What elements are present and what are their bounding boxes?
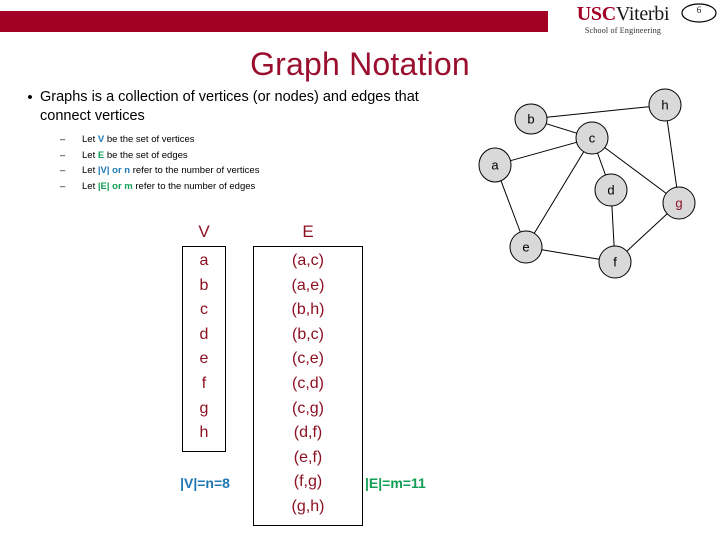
sub-bullet-dash-icon: –	[60, 134, 66, 145]
bullet-block: • Graphs is a collection of vertices (or…	[20, 88, 460, 194]
graph-node-a[interactable]: a	[478, 147, 512, 183]
logo-wordmark: USCViterbi	[558, 4, 688, 25]
sub-bullet-list: – Let V be the set of vertices – Let E b…	[60, 132, 460, 194]
sub-bullet-token: |E| or m	[97, 180, 133, 192]
graph-diagram-svg: a b c d e f g h	[478, 88, 696, 279]
graph-node-label-d: d	[607, 182, 614, 197]
graph-node-f[interactable]: f	[598, 245, 632, 279]
graph-edge-b-c	[546, 123, 577, 134]
vertex-item: b	[199, 276, 209, 294]
graph-edge-b-h	[546, 106, 650, 118]
vertex-list-box: abcdefgh	[182, 246, 226, 452]
column-header-e: E	[302, 222, 314, 241]
sub-bullet-item: – Let |E| or m refer to the number of ed…	[60, 179, 460, 195]
graph-edge-e-f	[541, 249, 600, 260]
vertex-item: c	[200, 301, 208, 319]
logo-viterbi-text: Viterbi	[615, 3, 670, 25]
sub-bullet-prefix: Let	[82, 149, 98, 161]
vertex-item: g	[199, 399, 209, 417]
edge-item: (c,g)	[292, 399, 324, 417]
edge-item: (g,h)	[291, 497, 325, 515]
slide: USCViterbi School of Engineering 6 Graph…	[0, 0, 720, 540]
sub-bullet-dash-icon: –	[60, 180, 66, 192]
graph-diagram: a b c d e f g h	[462, 82, 720, 292]
graph-node-label-g: g	[675, 195, 682, 210]
header-accent-bar	[0, 11, 548, 32]
graph-node-label-f: f	[613, 254, 617, 269]
graph-node-label-c: c	[589, 130, 596, 145]
sub-bullet-item: – Let V be the set of vertices	[60, 132, 460, 148]
sub-bullet-suffix: be the set of edges	[104, 149, 188, 161]
graph-edge-a-c	[510, 141, 577, 162]
graph-node-label-e: e	[522, 239, 529, 254]
edge-item: (e,f)	[293, 448, 323, 466]
edge-item: (c,e)	[292, 350, 324, 368]
graph-edge-g-h	[666, 120, 678, 188]
vertex-item: h	[199, 424, 209, 442]
sub-bullet-item: – Let |V| or n refer to the number of ve…	[60, 163, 460, 179]
graph-node-label-a: a	[491, 157, 499, 172]
graph-edge-f-g	[626, 213, 668, 252]
sub-bullet-text: Let E be the set of edges	[82, 148, 188, 164]
sub-bullet-prefix: Let	[82, 180, 98, 192]
page-number-badge: 6	[681, 3, 717, 23]
main-bullet-text: Graphs is a collection of vertices (or n…	[40, 89, 419, 124]
graph-edge-a-e	[500, 180, 521, 233]
sub-bullet-item: – Let E be the set of edges	[60, 148, 460, 164]
bullet-dot-icon: •	[27, 89, 33, 106]
edge-item: (a,e)	[291, 276, 325, 294]
sub-bullet-dash-icon: –	[60, 149, 66, 161]
edge-item: (b,c)	[292, 325, 324, 343]
page-number-text: 6	[696, 5, 702, 15]
page-title: Graph Notation	[250, 46, 470, 82]
graph-node-label-b: b	[527, 111, 534, 126]
edge-item: (a,c)	[292, 252, 324, 269]
edge-count-label: |E|=m=11	[365, 475, 426, 491]
column-header-v: V	[198, 222, 210, 241]
graph-edge-c-e	[533, 151, 585, 234]
usc-viterbi-logo: USCViterbi School of Engineering	[558, 4, 688, 36]
edge-item: (d,f)	[293, 424, 323, 442]
sub-bullet-suffix: refer to the number of edges	[132, 180, 256, 192]
graph-node-c[interactable]: c	[575, 121, 609, 155]
sub-bullet-dash-icon: –	[60, 165, 66, 176]
sub-bullet-text: Let V be the set of vertices	[82, 132, 195, 148]
vertex-item: a	[199, 252, 209, 269]
edge-item: (f,g)	[293, 473, 323, 491]
graph-node-b[interactable]: b	[514, 103, 548, 135]
graph-node-g[interactable]: g	[662, 186, 696, 220]
graph-node-h[interactable]: h	[648, 88, 682, 122]
sub-bullet-prefix: Let	[82, 165, 98, 176]
logo-usc-text: USC	[576, 3, 616, 25]
graph-node-d[interactable]: d	[594, 173, 628, 207]
sub-bullet-token: |V| or n	[97, 165, 131, 176]
vertex-item: d	[199, 325, 209, 343]
graph-node-e[interactable]: e	[509, 230, 543, 264]
vertex-item: f	[201, 374, 207, 392]
sub-bullet-text: Let |E| or m refer to the number of edge…	[82, 179, 255, 195]
vertex-count-label: |V|=n=8	[180, 475, 230, 491]
sub-bullet-prefix: Let	[82, 134, 98, 145]
edge-item: (b,h)	[291, 301, 325, 319]
edge-list-box: (a,c) (a,e) (b,h) (b,c) (c,e) (c,d) (c,g) (d,f)…	[253, 246, 363, 526]
sub-bullet-suffix: be the set of vertices	[104, 134, 195, 145]
sub-bullet-text: Let |V| or n refer to the number of vert…	[82, 163, 259, 179]
graph-node-label-h: h	[661, 97, 668, 112]
graph-edge-c-d	[597, 152, 606, 176]
vertex-item: e	[199, 350, 209, 368]
edge-item: (c,d)	[292, 374, 324, 392]
graph-edge-d-f	[611, 205, 615, 247]
logo-subtitle: School of Engineering	[584, 26, 662, 35]
main-bullet: • Graphs is a collection of vertices (or…	[20, 88, 460, 126]
sub-bullet-suffix: refer to the number of vertices	[130, 165, 260, 176]
